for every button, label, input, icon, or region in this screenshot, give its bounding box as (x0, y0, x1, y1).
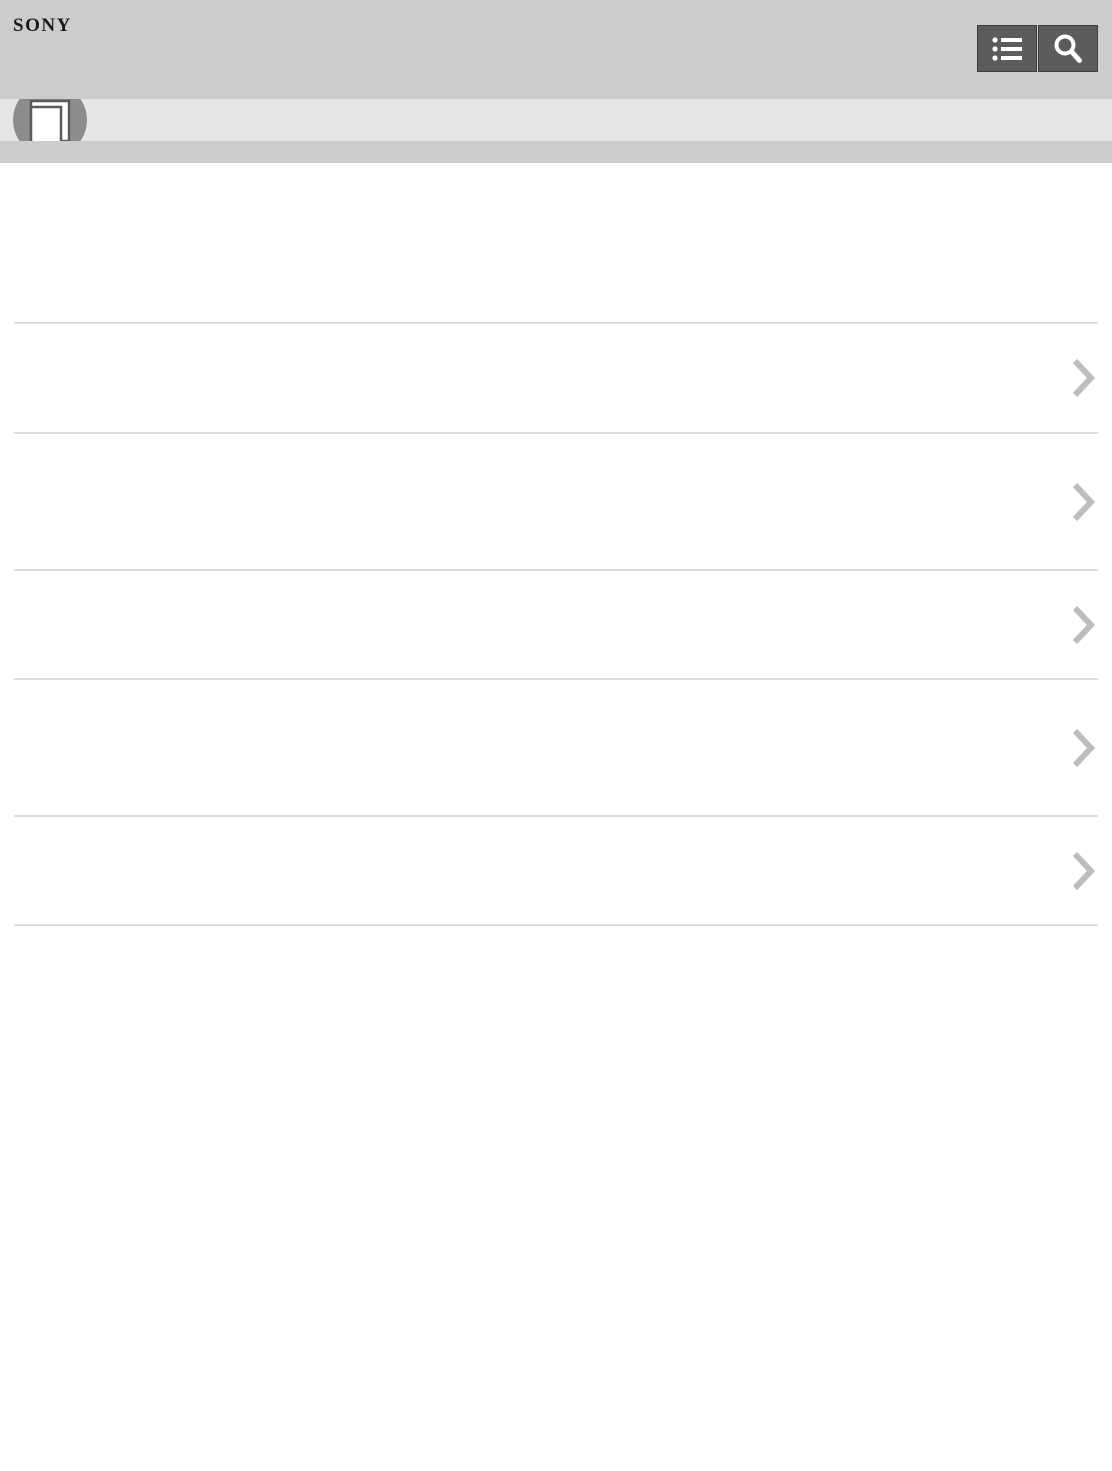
category-bar (0, 99, 1112, 141)
list-item[interactable] (14, 680, 1098, 817)
top-header: SONY (0, 0, 1112, 99)
list-item[interactable] (14, 817, 1098, 926)
chevron-right-icon (1072, 728, 1096, 767)
chevron-right-icon (1072, 358, 1096, 398)
search-button[interactable] (1038, 25, 1098, 72)
list-item[interactable] (14, 571, 1098, 680)
chevron-right-icon (1072, 851, 1096, 890)
book-icon (29, 99, 71, 141)
list-item[interactable] (14, 434, 1098, 571)
list-icon (992, 36, 1022, 61)
chevron-right-icon (1072, 482, 1096, 521)
chevron-right-icon (1072, 605, 1096, 644)
header-stripe (0, 141, 1112, 163)
menu-button[interactable] (977, 25, 1037, 72)
category-badge (13, 99, 87, 141)
topic-list (14, 322, 1098, 926)
brand-logo[interactable]: SONY (13, 14, 72, 38)
search-icon (1054, 34, 1082, 63)
list-item[interactable] (14, 324, 1098, 434)
